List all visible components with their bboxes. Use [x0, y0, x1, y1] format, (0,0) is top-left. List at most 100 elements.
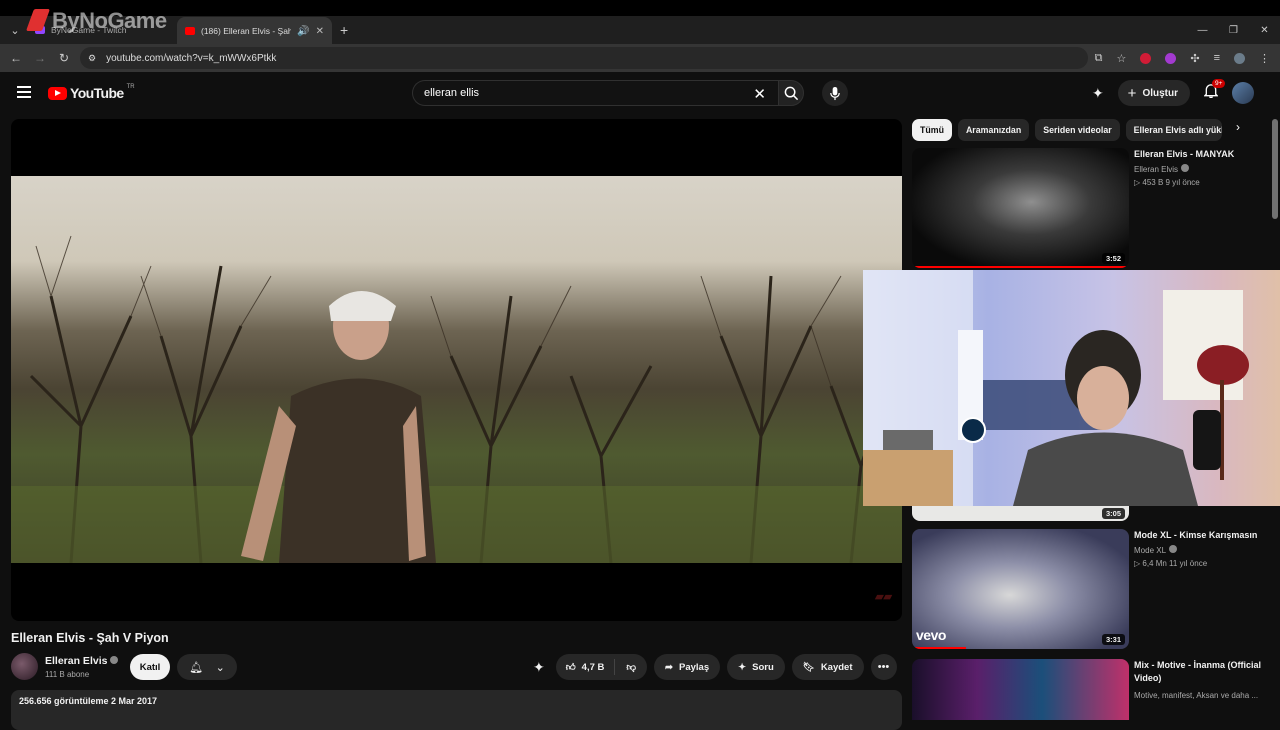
like-count: 4,7 B	[581, 661, 605, 673]
channel-text: Elleran Elvis	[1134, 165, 1179, 174]
subscriber-count: 111 B abone	[45, 670, 90, 679]
youtube-header: YouTube TR elleran ellis ✕ ✦ + Oluştur 9…	[0, 72, 1280, 116]
create-button[interactable]: + Oluştur	[1117, 80, 1190, 106]
save-button[interactable]: 🔖︎ Kaydet	[791, 654, 864, 680]
menu-dots-icon[interactable]: ⋮	[1259, 52, 1270, 65]
bookmark-star-icon[interactable]: ☆	[1116, 52, 1126, 65]
performer-figure	[241, 291, 436, 563]
webcam-scene-illustration	[863, 270, 1249, 506]
like-button[interactable]: 👍︎ 4,7 B	[556, 659, 616, 675]
tab-title: (186) Elleran Elvis - Şah V Piyon	[201, 26, 292, 36]
stream-watermark: ByNoGame	[25, 8, 167, 34]
profile-icon[interactable]	[1234, 52, 1245, 64]
like-dislike-group: 👍︎ 4,7 B 👎︎	[555, 654, 648, 680]
channel-text: Mode XL	[1134, 546, 1167, 555]
chip-all[interactable]: Tümü	[912, 119, 952, 141]
header-actions: ✦ + Oluştur 9+	[1092, 79, 1254, 106]
hamburger-menu-icon[interactable]	[17, 86, 31, 98]
recommendation-title[interactable]: Mode XL - Kimse Karışmasın	[1134, 529, 1264, 542]
media-icon[interactable]: ≡	[1214, 52, 1220, 64]
address-bar: ← → ↻ ⚙ youtube.com/watch?v=k_mWWx6Ptkk …	[0, 44, 1280, 72]
recommendation-title[interactable]: Elleran Elvis - MANYAK	[1134, 148, 1264, 161]
recommendation-channel[interactable]: Motive, manifest, Aksan ve daha ...	[1134, 691, 1258, 700]
chip-from-search[interactable]: Aramanızdan	[957, 119, 1030, 141]
thumbs-down-icon: 👎︎	[626, 662, 637, 673]
video-thumbnail[interactable]: vevo 3:31	[912, 529, 1129, 649]
voice-search-button[interactable]	[822, 80, 848, 106]
video-thumbnail[interactable]: 3:05	[912, 504, 1129, 521]
close-window-icon[interactable]: ✕	[1249, 25, 1280, 36]
speaker-icon[interactable]: 🔊	[297, 26, 309, 37]
back-icon[interactable]: ←	[4, 51, 28, 65]
tab-search-icon[interactable]: ⌄	[3, 18, 27, 42]
description-box[interactable]: 256.656 görüntüleme 2 Mar 2017	[11, 690, 902, 730]
extension-icon[interactable]	[1165, 52, 1177, 64]
video-logo-watermark: ▰▰	[875, 591, 892, 603]
account-avatar[interactable]	[1232, 82, 1254, 104]
recommendation-item[interactable]: 3:52 Elleran Elvis - MANYAK Elleran Elvi…	[912, 148, 1272, 270]
verified-icon	[1181, 164, 1190, 172]
vevo-logo: vevo	[916, 627, 946, 643]
video-actions: ✦ 👍︎ 4,7 B 👎︎ ➦ Paylaş ✦ Soru 🔖︎ Kaydet …	[533, 654, 897, 680]
more-actions-icon[interactable]: •••	[870, 654, 897, 680]
recommendation-item[interactable]: 3:05	[912, 504, 1272, 522]
channel-name-text: Elleran Elvis	[45, 655, 108, 667]
maximize-icon[interactable]: ❐	[1218, 25, 1249, 36]
stats-text: 453 B 9 yıl önce	[1142, 178, 1200, 187]
search-button[interactable]	[778, 80, 804, 106]
forward-icon[interactable]: →	[28, 51, 52, 65]
recommendation-channel[interactable]: Elleran Elvis	[1134, 164, 1190, 174]
chevron-right-icon[interactable]: ›	[1236, 120, 1240, 134]
install-icon[interactable]: ⧉	[1095, 52, 1103, 65]
youtube-logo[interactable]: YouTube TR	[48, 84, 135, 101]
url-field[interactable]: ⚙ youtube.com/watch?v=k_mWWx6Ptkk	[80, 47, 1088, 69]
dislike-button[interactable]: 👎︎	[615, 661, 647, 673]
streamer-webcam-overlay	[863, 270, 1280, 506]
recommendation-stats: ▷ 453 B 9 yıl önce	[1134, 178, 1200, 187]
view-count-date: 256.656 görüntüleme 2 Mar 2017	[19, 696, 158, 706]
ask-label: Soru	[752, 661, 774, 673]
reload-icon[interactable]: ↻	[52, 51, 76, 65]
channel-name[interactable]: Elleran Elvis	[45, 655, 119, 667]
ask-button[interactable]: ✦ Soru	[727, 654, 785, 680]
window-controls: — ❐ ✕	[1187, 16, 1280, 44]
plus-icon[interactable]: +	[340, 22, 348, 38]
search-input[interactable]: elleran ellis ✕	[412, 80, 778, 106]
recommendation-title[interactable]: Mix - Motive - İnanma (Official Video)	[1134, 659, 1264, 685]
watch-progress	[912, 646, 967, 649]
recommendation-item[interactable]: vevo 3:31 Mode XL - Kimse Karışmasın Mod…	[912, 529, 1272, 651]
sparkle-icon: ✦	[738, 661, 747, 673]
chip-uploader[interactable]: Elleran Elvis adlı yükleyi	[1125, 119, 1222, 141]
video-trees-illustration	[11, 235, 902, 563]
tab-active[interactable]: (186) Elleran Elvis - Şah V Piyon 🔊 ✕	[177, 17, 332, 45]
video-thumbnail[interactable]: 3:52	[912, 148, 1129, 268]
close-tab-icon[interactable]: ✕	[316, 26, 324, 37]
verified-icon	[1169, 545, 1178, 553]
notifications-button[interactable]: 9+	[1203, 79, 1226, 103]
premium-sparkle-icon[interactable]: ✦	[1092, 85, 1104, 102]
share-arrow-icon: ➦	[665, 661, 674, 673]
url-text: youtube.com/watch?v=k_mWWx6Ptkk	[106, 52, 277, 64]
share-button[interactable]: ➦ Paylaş	[654, 654, 721, 680]
subscription-bell-button[interactable]: 🔔︎ ⌄	[177, 654, 237, 680]
join-button[interactable]: Katıl	[130, 654, 170, 680]
ask-sparkle-icon[interactable]: ✦	[533, 659, 545, 676]
recommendation-item[interactable]: Mix - Motive - İnanma (Official Video) M…	[912, 659, 1272, 720]
thumbs-up-icon: 👍︎	[565, 662, 576, 673]
site-info-icon[interactable]: ⚙	[88, 53, 96, 64]
recommendation-channel[interactable]: Mode XL	[1134, 545, 1178, 555]
minimize-icon[interactable]: —	[1187, 25, 1218, 36]
clear-search-icon[interactable]: ✕	[753, 85, 766, 103]
watermark-logo-icon	[25, 9, 51, 31]
channel-avatar[interactable]	[11, 653, 38, 680]
chip-from-series[interactable]: Seriden videolar	[1035, 119, 1120, 141]
page-scrollbar[interactable]	[1272, 119, 1278, 219]
video-player[interactable]: ▰▰	[11, 119, 902, 621]
channel-row: Elleran Elvis 111 B abone Katıl 🔔︎ ⌄ ✦ 👍…	[11, 653, 902, 681]
extension-icon[interactable]	[1140, 52, 1152, 64]
youtube-play-icon	[48, 86, 67, 100]
plus-icon: +	[1127, 84, 1137, 102]
mix-thumbnail[interactable]	[912, 659, 1129, 720]
extensions-area: ⧉ ☆ ✣ ≡ ⋮	[1095, 44, 1270, 72]
puzzle-icon[interactable]: ✣	[1190, 52, 1199, 65]
